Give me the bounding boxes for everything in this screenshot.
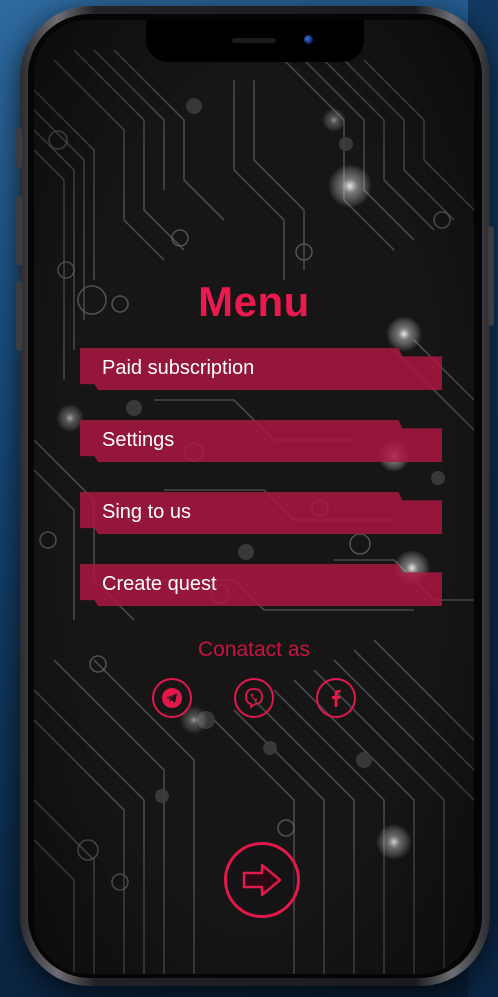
menu-item-create-quest[interactable]: Create quest: [80, 564, 442, 606]
contact-label: Conatact as: [197, 638, 311, 661]
phone-frame: Menu Paid subscription Settings Sing to …: [16, 6, 494, 986]
front-camera: [304, 35, 313, 44]
mute-switch: [16, 128, 22, 168]
notch: [146, 20, 364, 62]
viber-icon[interactable]: [234, 678, 274, 718]
telegram-icon[interactable]: [152, 678, 192, 718]
menu-item-paid-subscription[interactable]: Paid subscription: [80, 348, 442, 390]
menu-item-sing-to-us[interactable]: Sing to us: [80, 492, 442, 534]
speaker-grille: [232, 38, 276, 43]
next-button[interactable]: [224, 842, 300, 918]
power-button: [488, 226, 494, 326]
app-screen: Menu Paid subscription Settings Sing to …: [34, 20, 474, 974]
facebook-icon[interactable]: [316, 678, 356, 718]
menu-title: Menu: [198, 278, 310, 325]
volume-up-button: [16, 196, 22, 266]
volume-down-button: [16, 281, 22, 351]
home-indicator: [189, 956, 319, 961]
arrow-right-icon: [242, 863, 282, 897]
menu-item-settings[interactable]: Settings: [80, 420, 442, 462]
